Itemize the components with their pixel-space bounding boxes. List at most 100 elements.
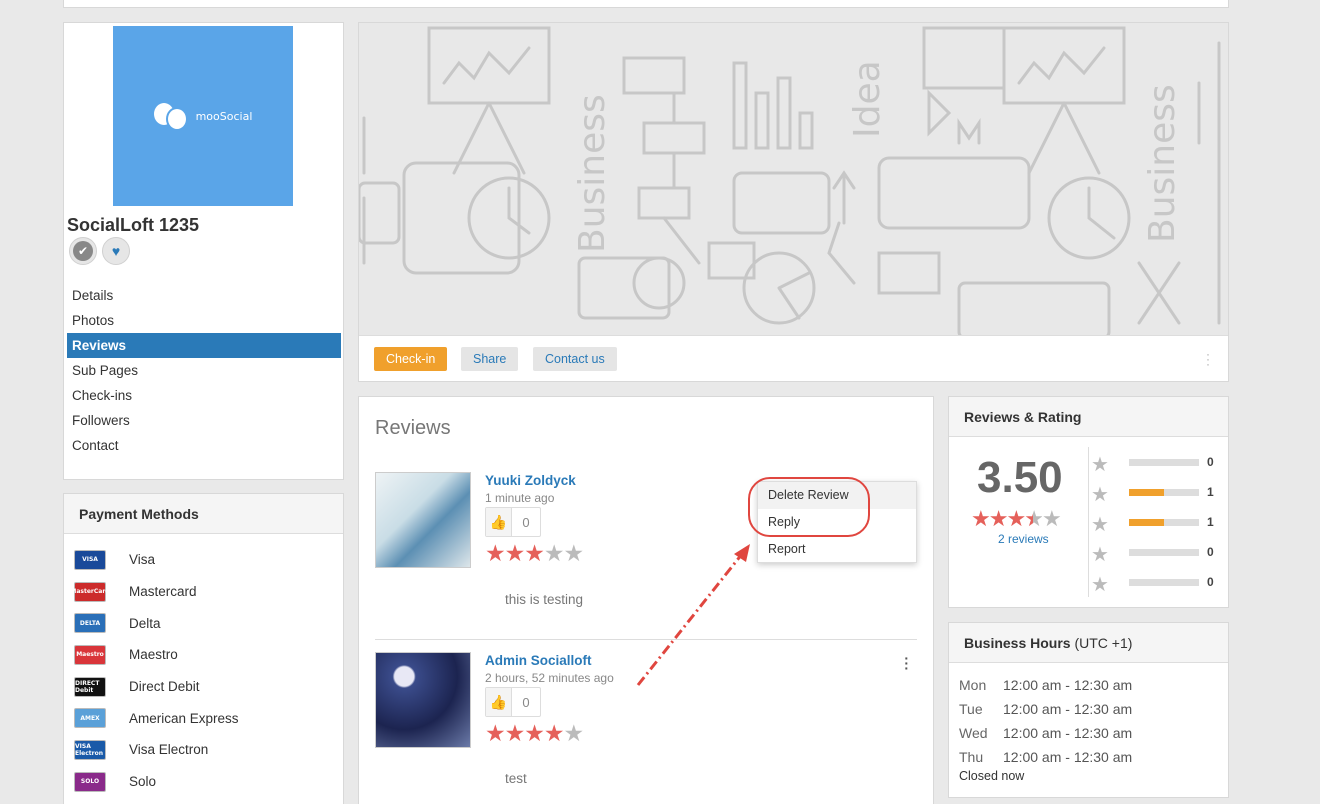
payment-method-label: Visa Electron xyxy=(129,742,209,758)
review-time: 2 hours, 52 minutes ago xyxy=(485,671,614,685)
rating-count: 0 xyxy=(1207,545,1214,559)
share-button[interactable]: Share xyxy=(461,347,519,371)
rating-count: 1 xyxy=(1207,515,1214,529)
rating-bar-fill xyxy=(1129,519,1164,526)
open-status: Closed now xyxy=(959,769,1025,783)
star-icon: ★ xyxy=(1091,484,1109,506)
visa-card-icon: VISA xyxy=(74,549,106,570)
top-header-bar xyxy=(63,0,1229,8)
check-in-toggle[interactable]: ✔ xyxy=(69,237,97,265)
sidebar-item-details[interactable]: Details xyxy=(67,283,341,308)
rating-bar-fill xyxy=(1129,489,1164,496)
checkmark-icon: ✔ xyxy=(73,241,93,261)
payment-method-item: AMEX American Express xyxy=(64,702,343,734)
review-text: this is testing xyxy=(505,592,584,607)
payment-method-label: Solo xyxy=(129,774,157,790)
rating-row: ★ 0 xyxy=(1091,451,1221,481)
payment-method-label: Visa xyxy=(129,552,156,568)
hours-time: 12:00 am - 12:30 am xyxy=(1003,701,1133,717)
rating-star-icon: ★ xyxy=(563,540,585,566)
hours-time: 12:00 am - 12:30 am xyxy=(1003,725,1133,741)
rating-star-icon: ★ xyxy=(524,720,545,746)
delta-card-icon: DELTA xyxy=(74,613,106,634)
rating-count: 1 xyxy=(1207,485,1214,499)
reviewer-name[interactable]: Yuuki Zoldyck xyxy=(485,473,576,488)
payment-method-item: VISA Electron Visa Electron xyxy=(64,734,343,766)
payment-methods-title: Payment Methods xyxy=(64,494,343,534)
reviews-title: Reviews xyxy=(375,417,451,439)
contact-us-button[interactable]: Contact us xyxy=(533,347,617,371)
average-rating-stars: ★★★★★ xyxy=(971,506,1062,531)
hours-row: Mon 12:00 am - 12:30 am xyxy=(959,673,1228,697)
hours-day: Wed xyxy=(959,725,988,741)
sidebar-item-check-ins[interactable]: Check-ins xyxy=(67,383,341,408)
more-options-icon[interactable]: · · · xyxy=(1206,348,1210,370)
thumbs-up-icon[interactable]: 👍 xyxy=(486,508,512,536)
hours-day: Tue xyxy=(959,701,983,717)
amex-card-icon: AMEX xyxy=(74,708,106,729)
chat-bubbles-icon xyxy=(153,101,190,131)
rating-row: ★ 0 xyxy=(1091,541,1221,571)
annotation-arrow xyxy=(636,544,750,686)
like-control: 👍 0 xyxy=(485,687,541,717)
reviews-rating-title: Reviews & Rating xyxy=(949,397,1228,437)
timezone-label: (UTC +1) xyxy=(1074,635,1133,651)
average-score: 3.50 xyxy=(977,453,1063,502)
mastercard-icon: MasterCard xyxy=(70,581,110,602)
rating-bar xyxy=(1129,579,1199,586)
payment-method-label: Maestro xyxy=(129,647,178,663)
reviewer-name[interactable]: Admin Socialloft xyxy=(485,653,592,668)
svg-text:Idea: Idea xyxy=(847,60,888,138)
payment-methods-list: VISA Visa MasterCard Mastercard DELTA Delta Ma… xyxy=(64,534,343,798)
rating-star-icon: ★ xyxy=(504,540,526,566)
hours-day: Mon xyxy=(959,677,987,693)
svg-text:Business: Business xyxy=(1142,84,1183,243)
rating-row: ★ 1 xyxy=(1091,511,1221,541)
review-text: test xyxy=(505,771,527,786)
visa-electron-icon: VISA Electron xyxy=(74,739,106,760)
profile-nav: Details Photos Reviews Sub Pages Check-ins Fo… xyxy=(67,283,341,458)
star-icon: ★ xyxy=(1091,574,1109,596)
payment-method-item: Maestro Maestro xyxy=(64,639,343,671)
cover-action-bar: Check-in Share Contact us · · · xyxy=(359,335,1228,381)
direct-debit-icon: DIRECT Debit xyxy=(74,676,106,697)
rating-row: ★ 1 xyxy=(1091,481,1221,511)
payment-methods-panel: Payment Methods VISA Visa MasterCard Master… xyxy=(63,493,344,804)
sidebar-item-followers[interactable]: Followers xyxy=(67,408,341,433)
rating-star-icon: ★ xyxy=(485,540,506,566)
report-menu-item[interactable]: Report xyxy=(758,536,916,563)
sidebar-item-photos[interactable]: Photos xyxy=(67,308,341,333)
follow-toggle[interactable]: ♥ xyxy=(102,237,130,265)
sidebar-item-sub-pages[interactable]: Sub Pages xyxy=(67,358,341,383)
svg-text:Business: Business xyxy=(572,94,613,253)
logo-text: mooSocial xyxy=(195,109,253,123)
thumbs-up-icon[interactable]: 👍 xyxy=(486,688,512,716)
rating-breakdown: ★ 0 ★ 1 ★ 1 ★ 0 ★ 0 xyxy=(1091,451,1221,601)
like-count: 0 xyxy=(522,514,530,530)
sidebar-item-reviews[interactable]: Reviews xyxy=(67,333,341,358)
star-icon: ★ xyxy=(1091,454,1109,476)
reviews-rating-panel: Reviews & Rating 3.50 ★★★★★ 2 reviews ★ 0… xyxy=(948,396,1229,608)
profile-card: mooSocial SocialLoft 1235 ✔ ♥ Details Pho… xyxy=(63,22,344,480)
solo-card-icon: SOLO xyxy=(74,771,106,792)
check-in-button[interactable]: Check-in xyxy=(374,347,448,371)
rating-row: ★ 0 xyxy=(1091,571,1221,601)
review-time: 1 minute ago xyxy=(485,491,555,505)
sidebar-item-contact[interactable]: Contact xyxy=(67,433,341,458)
rating-count: 0 xyxy=(1207,575,1214,589)
cover-image: Business Idea Business xyxy=(359,23,1228,335)
payment-method-item: SOLO Solo xyxy=(64,766,343,798)
rating-star-icon: ★ xyxy=(524,540,545,566)
payment-method-item: DIRECT Debit Direct Debit xyxy=(64,671,343,703)
payment-method-item: DELTA Delta xyxy=(64,607,343,639)
reviewer-avatar[interactable] xyxy=(375,652,471,748)
hours-row: Tue 12:00 am - 12:30 am xyxy=(959,697,1228,721)
hours-time: 12:00 am - 12:30 am xyxy=(1003,749,1133,765)
review-options-icon[interactable]: · · · xyxy=(904,651,909,675)
review-count-link[interactable]: 2 reviews xyxy=(998,532,1049,546)
profile-name: SocialLoft 1235 xyxy=(67,215,200,235)
reviewer-avatar[interactable] xyxy=(375,472,471,568)
rating-star-icon: ★ xyxy=(543,720,565,746)
review-rating-stars: ★★★★★ xyxy=(485,720,584,746)
divider xyxy=(1088,447,1089,597)
